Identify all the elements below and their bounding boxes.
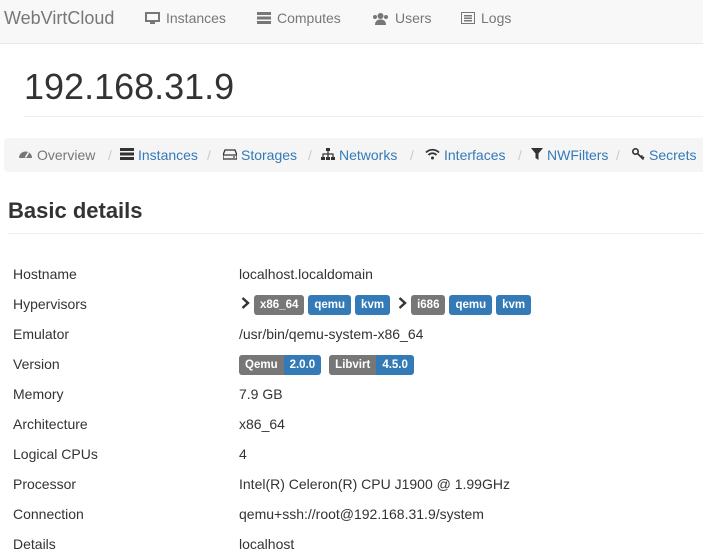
- server-icon: [257, 12, 271, 24]
- key-icon: [631, 147, 645, 163]
- crumb-secrets[interactable]: Secrets: [631, 147, 697, 163]
- details-value: localhost: [239, 536, 295, 552]
- memory-label: Memory: [13, 386, 64, 402]
- chevron-right-icon: [241, 296, 250, 314]
- processor-value: Intel(R) Celeron(R) CPU J1900 @ 1.99GHz: [239, 476, 510, 492]
- nav-users-label: Users: [395, 10, 432, 26]
- nav-logs[interactable]: Logs: [461, 10, 511, 26]
- connection-value: qemu+ssh://root@192.168.31.9/system: [239, 506, 484, 522]
- connection-label: Connection: [13, 506, 84, 522]
- top-navbar: WebVirtCloud Instances Computes Users Lo…: [0, 0, 703, 44]
- processor-label: Processor: [13, 476, 77, 492]
- server-icon: [120, 147, 134, 163]
- architecture-value: x86_64: [239, 416, 285, 432]
- emulator-value: /usr/bin/qemu-system-x86_64: [239, 326, 424, 342]
- dashboard-icon: [18, 147, 33, 163]
- crumb-nwfilters-label: NWFilters: [547, 147, 609, 163]
- desktop-icon: [145, 11, 160, 25]
- crumb-secrets-label: Secrets: [649, 147, 697, 163]
- nav-users[interactable]: Users: [372, 10, 432, 26]
- hdd-icon: [222, 147, 238, 163]
- crumb-interfaces-label: Interfaces: [444, 147, 506, 163]
- libvirt-version-badge: 4.5.0: [376, 355, 414, 375]
- filter-icon: [531, 147, 543, 163]
- memory-value: 7.9 GB: [239, 386, 283, 402]
- nav-instances[interactable]: Instances: [145, 10, 226, 26]
- version-label: Version: [13, 356, 60, 372]
- crumb-networks[interactable]: Networks: [321, 147, 397, 163]
- crumb-separator: /: [410, 147, 414, 163]
- machine-badge: qemu: [449, 295, 493, 315]
- header-divider: [24, 116, 703, 117]
- crumb-separator: /: [308, 147, 312, 163]
- libvirt-name-badge: Libvirt: [329, 355, 377, 375]
- crumb-separator: /: [207, 147, 211, 163]
- architecture-label: Architecture: [13, 416, 88, 432]
- nav-computes[interactable]: Computes: [257, 10, 341, 26]
- crumb-separator: /: [518, 147, 522, 163]
- nav-computes-label: Computes: [277, 10, 341, 26]
- crumb-separator: /: [616, 147, 620, 163]
- machine-badge: qemu: [308, 295, 352, 315]
- crumb-separator: /: [108, 147, 112, 163]
- crumb-nwfilters[interactable]: NWFilters: [531, 147, 608, 163]
- crumb-storages[interactable]: Storages: [222, 147, 298, 163]
- arch-badge: x86_64: [254, 295, 305, 315]
- emulator-label: Emulator: [13, 326, 70, 342]
- crumb-interfaces[interactable]: Interfaces: [425, 147, 505, 163]
- details-label: Details: [13, 536, 56, 552]
- version-value: Qemu 2.0.0 Libvirt 4.5.0: [239, 355, 414, 375]
- machine-badge: kvm: [355, 295, 391, 315]
- hypervisors-value: x86_64 qemu kvm i686 qemu kvm: [239, 295, 532, 315]
- crumb-overview-label: Overview: [37, 147, 96, 163]
- section-divider: [8, 233, 703, 234]
- sitemap-icon: [321, 147, 335, 163]
- list-icon: [461, 12, 475, 24]
- nav-instances-label: Instances: [166, 10, 226, 26]
- logical-cpus-label: Logical CPUs: [13, 446, 98, 462]
- crumb-instances[interactable]: Instances: [120, 147, 198, 163]
- crumb-instances-label: Instances: [138, 147, 198, 163]
- logical-cpus-value: 4: [239, 446, 247, 462]
- arch-badge: i686: [411, 295, 446, 315]
- chevron-right-icon: [398, 296, 407, 314]
- crumb-overview: Overview: [18, 147, 95, 163]
- section-title: Basic details: [8, 198, 143, 223]
- page-title: 192.168.31.9: [24, 66, 235, 107]
- users-icon: [372, 12, 389, 25]
- nav-logs-label: Logs: [481, 10, 512, 26]
- qemu-version-badge: 2.0.0: [283, 355, 322, 375]
- hostname-value: localhost.localdomain: [239, 266, 373, 282]
- hostname-label: Hostname: [13, 266, 77, 282]
- brand-link[interactable]: WebVirtCloud: [4, 8, 114, 29]
- wifi-icon: [425, 147, 440, 163]
- crumb-networks-label: Networks: [339, 147, 398, 163]
- hypervisors-label: Hypervisors: [13, 296, 87, 312]
- machine-badge: kvm: [496, 295, 532, 315]
- crumb-storages-label: Storages: [241, 147, 298, 163]
- qemu-name-badge: Qemu: [239, 355, 284, 375]
- breadcrumb: Overview / Instances / Storages / Networ…: [4, 138, 703, 172]
